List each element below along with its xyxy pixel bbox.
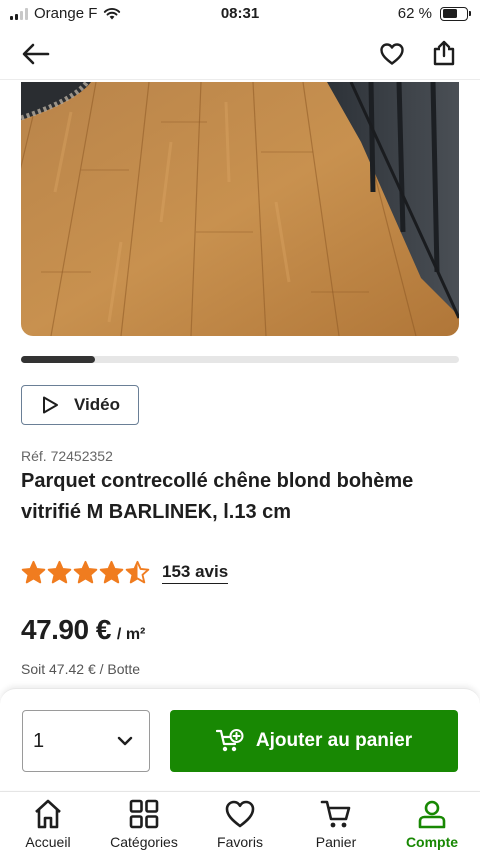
rating-stars bbox=[21, 560, 150, 585]
back-button[interactable] bbox=[16, 34, 56, 74]
product-reference: Réf. 72452352 bbox=[21, 448, 113, 464]
tab-accueil-label: Accueil bbox=[25, 834, 71, 850]
price-amount: 47.90 € bbox=[21, 614, 111, 645]
star-full-icon bbox=[73, 560, 98, 584]
star-half-icon bbox=[125, 560, 150, 584]
share-button[interactable] bbox=[424, 33, 464, 73]
cart-plus-icon bbox=[215, 729, 244, 752]
video-button[interactable]: Vidéo bbox=[21, 385, 139, 425]
status-bar: Orange F 08:31 62 % bbox=[0, 0, 480, 28]
battery-percent: 62 % bbox=[397, 5, 432, 22]
add-to-cart-button[interactable]: Ajouter au panier bbox=[170, 710, 458, 772]
star-full-icon bbox=[47, 560, 72, 584]
top-nav bbox=[0, 30, 480, 80]
bottom-tab-bar: Accueil Catégories Favoris Panier Compte bbox=[0, 791, 480, 854]
reviews-link[interactable]: 153 avis bbox=[162, 562, 229, 584]
product-title: Parquet contrecollé chêne blond bohème v… bbox=[21, 470, 414, 523]
rating-block: 153 avis bbox=[21, 560, 229, 585]
add-to-cart-label: Ajouter au panier bbox=[255, 730, 413, 751]
video-button-label: Vidéo bbox=[74, 395, 120, 414]
quantity-value: 1 bbox=[33, 729, 45, 752]
tab-accueil[interactable]: Accueil bbox=[0, 792, 96, 854]
heart-icon bbox=[225, 800, 255, 828]
heart-outline-icon bbox=[380, 43, 404, 65]
price-unit: / m² bbox=[116, 626, 146, 643]
grid-icon bbox=[129, 799, 159, 829]
play-outline-icon bbox=[43, 396, 58, 414]
tab-categories[interactable]: Catégories bbox=[96, 792, 192, 854]
battery-icon bbox=[440, 6, 471, 21]
product-photo[interactable] bbox=[21, 82, 459, 336]
star-full-icon bbox=[21, 560, 46, 584]
home-icon bbox=[35, 799, 61, 829]
gallery-progress-bar bbox=[21, 356, 459, 363]
tab-panier-label: Panier bbox=[315, 834, 357, 850]
tab-favoris[interactable]: Favoris bbox=[192, 792, 288, 854]
tab-compte-label: Compte bbox=[405, 834, 459, 850]
battery-group: 62 % bbox=[397, 5, 471, 22]
share-upload-icon bbox=[433, 40, 455, 66]
tab-panier[interactable]: Panier bbox=[288, 792, 384, 854]
price-block: 47.90 € / m² bbox=[21, 614, 145, 646]
add-to-cart-panel: 1 Ajouter au panier bbox=[0, 688, 480, 790]
chevron-down-icon bbox=[117, 736, 133, 746]
arrow-left-icon bbox=[22, 43, 50, 65]
tab-categories-label: Catégories bbox=[110, 834, 178, 850]
favorite-button[interactable] bbox=[372, 34, 412, 74]
gallery-progress-thumb bbox=[21, 356, 96, 363]
tab-favoris-label: Favoris bbox=[217, 834, 263, 850]
price-per-pack: Soit 47.42 € / Botte bbox=[21, 661, 141, 677]
cart-icon bbox=[320, 800, 351, 828]
quantity-select[interactable]: 1 bbox=[22, 710, 150, 772]
star-full-icon bbox=[99, 560, 124, 584]
user-icon bbox=[418, 800, 446, 829]
tab-compte[interactable]: Compte bbox=[384, 792, 480, 854]
